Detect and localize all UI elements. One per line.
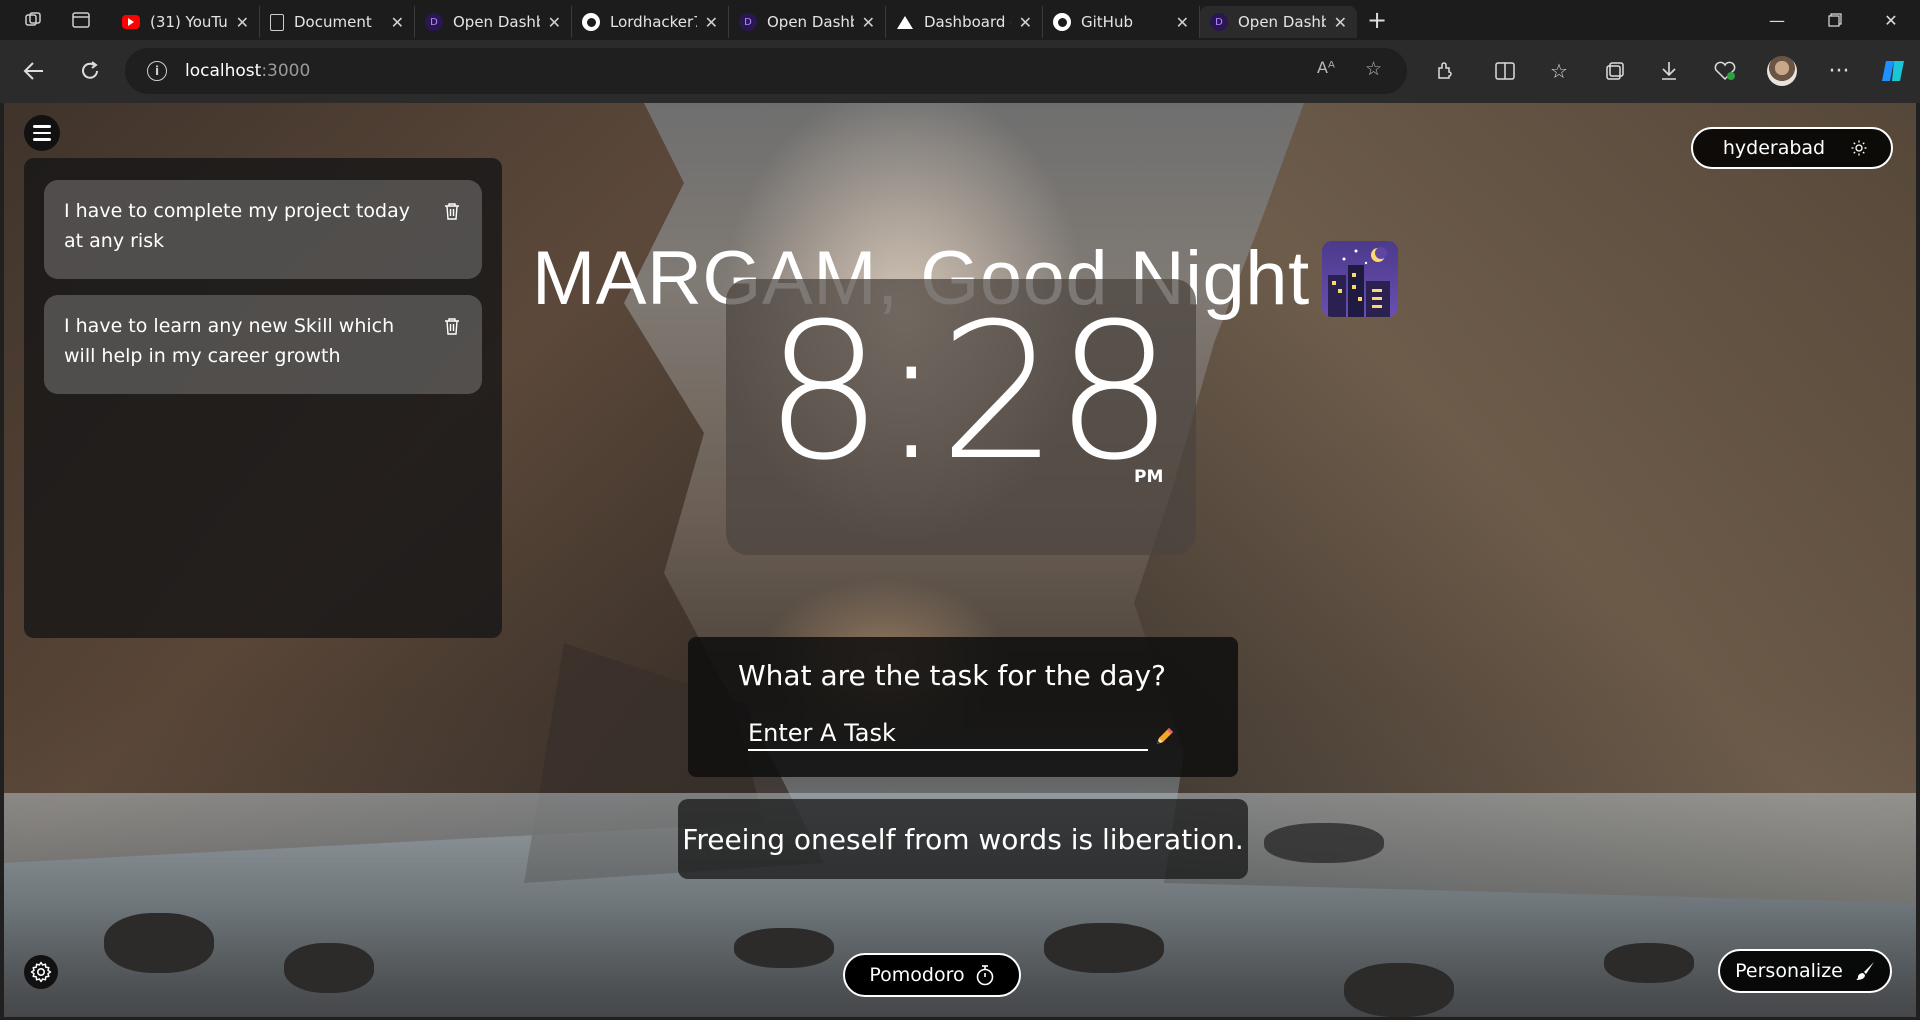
close-tab-icon[interactable]: ✕	[391, 13, 404, 32]
close-tab-icon[interactable]: ✕	[1019, 13, 1032, 32]
sun-icon	[1851, 140, 1867, 156]
favorites-icon[interactable]: ☆	[1540, 52, 1578, 90]
close-tab-icon[interactable]: ✕	[548, 13, 561, 32]
hamburger-line	[33, 131, 51, 135]
pomodoro-label: Pomodoro	[869, 964, 965, 986]
close-tab-icon[interactable]: ✕	[1176, 13, 1189, 32]
minimize-button[interactable]: —	[1748, 0, 1806, 40]
downloads-icon[interactable]	[1650, 52, 1688, 90]
close-window-button[interactable]: ✕	[1862, 0, 1920, 40]
hamburger-line	[33, 138, 51, 141]
trash-icon[interactable]	[444, 317, 460, 335]
todo-text: I have to learn any new Skill which will…	[64, 315, 395, 367]
trash-icon[interactable]	[444, 202, 460, 220]
back-button[interactable]	[10, 49, 58, 93]
browser-tab-bar: (31) YouTube✕Document✕DOpen Dashboard✕Lo…	[0, 0, 1920, 40]
vercel-icon	[896, 13, 914, 31]
rock	[1344, 963, 1454, 1017]
restore-button[interactable]	[1806, 0, 1864, 40]
document-icon	[270, 13, 284, 31]
tab-title: Open Dashboard	[453, 13, 540, 31]
browser-tab[interactable]: Dashboard – Ver ✕	[886, 6, 1043, 38]
hamburger-line	[33, 125, 51, 128]
pencil-icon[interactable]	[1154, 725, 1176, 747]
task-input[interactable]	[748, 717, 1148, 751]
close-tab-icon[interactable]: ✕	[236, 13, 249, 32]
gear-icon	[30, 961, 52, 983]
rock	[1264, 823, 1384, 863]
city-weather-button[interactable]: hyderabad	[1691, 127, 1893, 169]
browser-tab[interactable]: Document ✕	[260, 6, 415, 38]
tab-title: Lordhacker756/o	[610, 13, 697, 31]
stopwatch-icon	[976, 965, 993, 986]
address-bar[interactable]: i localhost:3000 Aᴬ ☆	[125, 48, 1407, 94]
more-options-icon[interactable]: ···	[1820, 52, 1858, 90]
task-prompt: What are the task for the day?	[738, 659, 1166, 692]
todo-text: I have to complete my project today at a…	[64, 200, 410, 252]
dashboard-icon: D	[425, 13, 443, 31]
clock-card: 8:28 PM	[726, 279, 1196, 555]
quote-text: Freeing oneself from words is liberation…	[682, 822, 1244, 856]
personalize-label: Personalize	[1735, 960, 1843, 982]
rock	[104, 913, 214, 973]
tab-title: Document	[294, 13, 372, 31]
rock	[1044, 923, 1164, 973]
copilot-icon[interactable]	[1874, 52, 1912, 90]
url-port: :3000	[261, 61, 311, 81]
extensions-icon[interactable]	[1426, 52, 1464, 90]
profile-avatar[interactable]	[1763, 52, 1801, 90]
refresh-button[interactable]	[66, 49, 114, 93]
browser-tab[interactable]: (31) YouTube ✕	[112, 6, 260, 38]
rock	[284, 943, 374, 993]
tab-title: Open Dashboard	[767, 13, 854, 31]
browser-tab[interactable]: D Open Dashboard ✕	[415, 6, 572, 38]
tab-title: Dashboard – Ver	[924, 13, 1011, 31]
rock	[1604, 943, 1694, 983]
pomodoro-button[interactable]: Pomodoro	[843, 953, 1021, 997]
rock	[734, 928, 834, 968]
sidebar-menu-button[interactable]	[24, 115, 60, 151]
task-card: What are the task for the day?	[688, 637, 1238, 777]
browser-toolbar: i localhost:3000 Aᴬ ☆ ☆ ···	[0, 40, 1920, 103]
clock-ampm: PM	[1134, 467, 1164, 487]
url-host: localhost	[185, 61, 262, 81]
close-tab-icon[interactable]: ✕	[705, 13, 718, 32]
browser-tab[interactable]: GitHub ✕	[1043, 6, 1200, 38]
todo-panel: I have to complete my project today at a…	[24, 158, 502, 638]
night-city-icon	[1321, 240, 1398, 317]
brush-icon	[1855, 962, 1874, 980]
tab-title: GitHub	[1081, 13, 1133, 31]
youtube-icon	[122, 15, 140, 29]
close-tab-icon[interactable]: ✕	[862, 13, 875, 32]
favorite-star-icon[interactable]: ☆	[1365, 58, 1382, 80]
github-icon	[582, 13, 600, 31]
read-aloud-icon[interactable]: Aᴬ	[1317, 58, 1335, 77]
city-name: hyderabad	[1722, 137, 1826, 159]
new-tab-button[interactable]: +	[1357, 6, 1397, 34]
quote-card: Freeing oneself from words is liberation…	[678, 799, 1248, 879]
split-screen-icon[interactable]	[1486, 52, 1524, 90]
todo-item: I have to complete my project today at a…	[44, 180, 482, 279]
workspaces-icon[interactable]	[16, 0, 50, 40]
todo-item: I have to learn any new Skill which will…	[44, 295, 482, 394]
personalize-button[interactable]: Personalize	[1718, 949, 1892, 993]
browser-tab[interactable]: D Open Dashboard ✕	[1200, 6, 1357, 38]
clock-time: 8:28	[764, 283, 1174, 502]
tab-title: Open Dashboard	[1238, 13, 1326, 31]
close-tab-icon[interactable]: ✕	[1334, 13, 1347, 32]
dashboard-icon: D	[1210, 13, 1228, 31]
tab-title: (31) YouTube	[150, 13, 228, 31]
dashboard-icon: D	[739, 13, 757, 31]
dashboard-page: I have to complete my project today at a…	[4, 103, 1916, 1017]
collections-icon[interactable]	[1596, 52, 1634, 90]
settings-button[interactable]	[24, 955, 58, 989]
browser-tab[interactable]: Lordhacker756/o ✕	[572, 6, 729, 38]
browser-tab[interactable]: D Open Dashboard ✕	[729, 6, 886, 38]
browser-essentials-icon[interactable]	[1706, 52, 1744, 90]
site-info-icon[interactable]: i	[147, 61, 167, 81]
github-icon	[1053, 13, 1071, 31]
tab-actions-icon[interactable]	[64, 0, 98, 40]
